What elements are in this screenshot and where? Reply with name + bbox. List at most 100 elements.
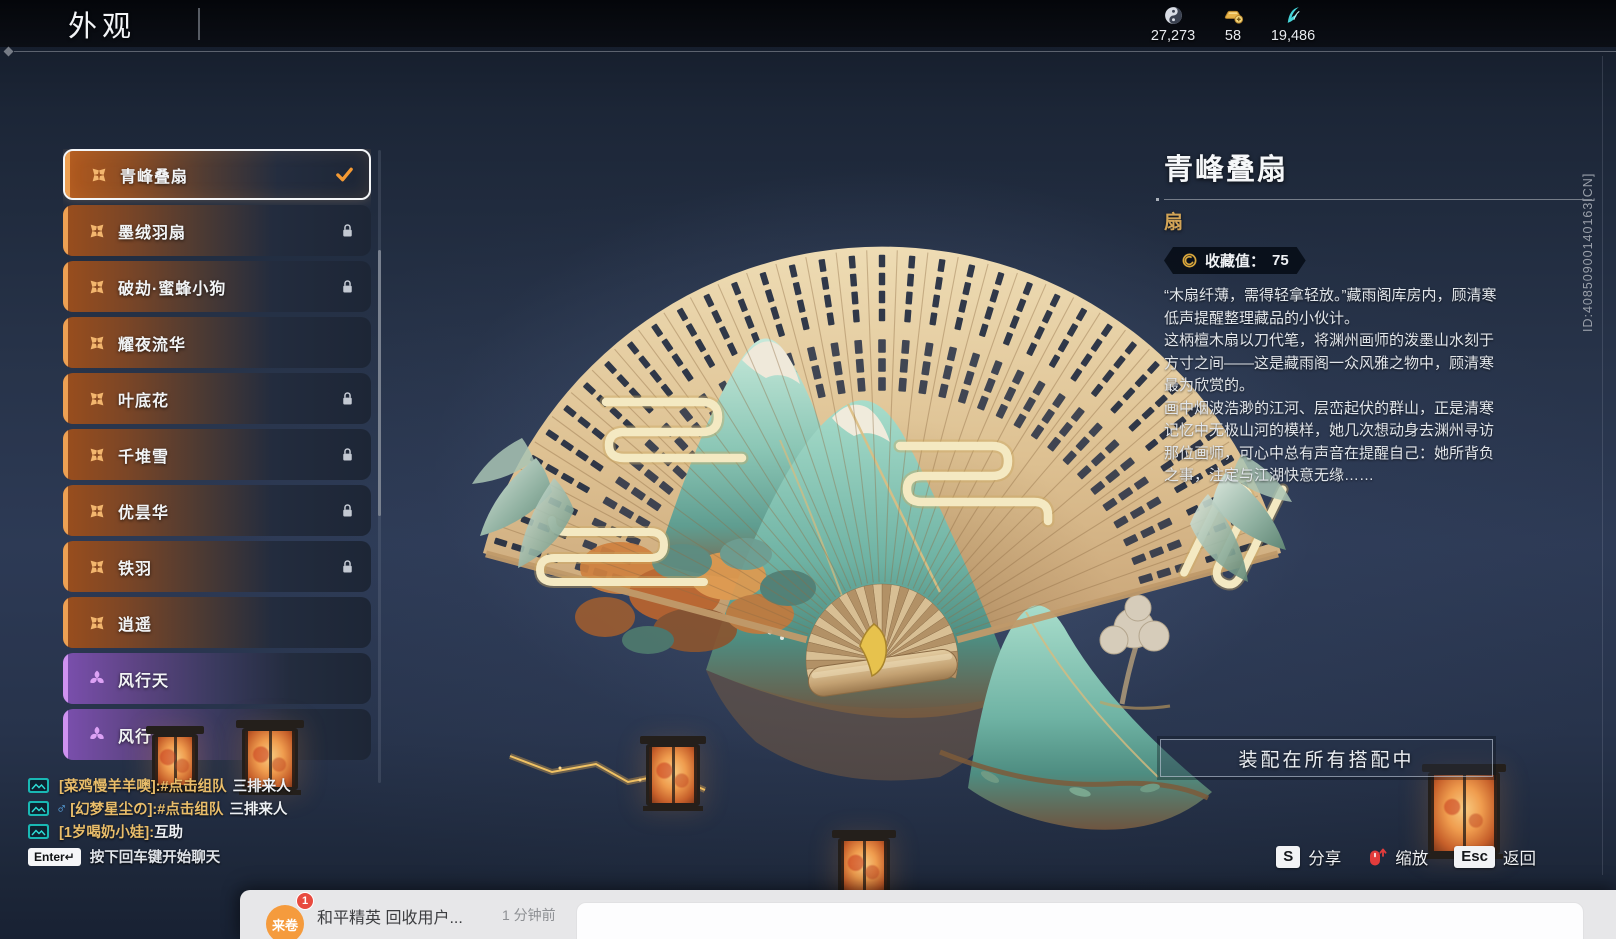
item-accent-bar: [63, 429, 68, 480]
check-icon: [336, 167, 353, 182]
lock-icon: [343, 224, 352, 237]
zoom-button[interactable]: 缩放: [1367, 845, 1428, 869]
description-paragraph: 画中烟波浩渺的江河、层峦起伏的群山，正是清寒记忆中无极山河的模样，她几次想动身去…: [1164, 399, 1495, 485]
collection-label: 收藏值：: [1205, 253, 1266, 270]
share-button[interactable]: S 分享: [1276, 845, 1341, 869]
currency-value: 58: [1224, 28, 1242, 44]
pinwheel-icon: [90, 336, 104, 349]
chat-panel: [菜鸡慢羊羊噢]: #点击组队 三排来人 ♂ [幻梦星尘の]: #点击组队 三排…: [28, 777, 291, 867]
sidebar-item[interactable]: 千堆雪: [63, 429, 371, 480]
chat-input-hint[interactable]: Enter↵ 按下回车键开始聊天: [28, 846, 291, 867]
item-label: 墨绒羽扇: [118, 224, 187, 242]
trillium-icon: [90, 726, 104, 739]
collection-value: 75: [1272, 252, 1289, 269]
pinwheel-icon: [90, 448, 104, 461]
page-title: 外观: [68, 10, 137, 43]
item-title: 青峰叠扇: [1164, 154, 1289, 186]
list-scrollbar[interactable]: [378, 150, 381, 783]
item-label: 铁羽: [118, 560, 153, 578]
item-accent-bar: [63, 317, 68, 368]
lantern-decoration: [832, 830, 896, 901]
chat-text: 三排来人: [232, 779, 291, 795]
trillium-icon: [90, 670, 104, 683]
wind-swirl-icon: [1287, 7, 1300, 23]
description-paragraph: 这柄檀木扇以刀代笔，将渊州画师的泼墨山水刻于方寸之间——这是藏雨阁一众风雅之物中…: [1164, 332, 1495, 394]
pinwheel-icon: [90, 616, 104, 629]
chat-text: 互助: [154, 825, 184, 841]
scrollbar-thumb[interactable]: [378, 250, 381, 516]
chat-channel-icon: [28, 824, 49, 839]
lantern-decoration: [1422, 764, 1506, 859]
equip-all-button[interactable]: 装配在所有搭配中: [1160, 739, 1493, 777]
sidebar-item[interactable]: 耀夜流华: [63, 317, 371, 368]
currency-wind: 19,486: [1270, 5, 1316, 44]
item-accent-bar: [63, 261, 68, 312]
collection-seal-icon: [1181, 252, 1198, 269]
item-accent-bar: [63, 205, 68, 256]
chat-message[interactable]: [菜鸡慢羊羊噢]: #点击组队 三排来人: [28, 775, 291, 796]
sidebar-item[interactable]: 逍遥: [63, 597, 371, 648]
sidebar-item[interactable]: 铁羽: [63, 541, 371, 592]
item-accent-bar: [63, 653, 68, 704]
sidebar-item[interactable]: 青峰叠扇: [63, 149, 371, 200]
item-accent-bar: [63, 709, 68, 760]
enter-key-badge: Enter↵: [28, 847, 81, 866]
chat-text: 三排来人: [229, 802, 288, 818]
item-label: 叶底花: [118, 392, 170, 410]
chat-sender: [1岁喝奶小娃]:: [59, 825, 155, 841]
shortcut-bar: S 分享 缩放 Esc 返回: [1276, 845, 1536, 869]
item-label: 青峰叠扇: [120, 168, 189, 186]
item-detail-panel: 青峰叠扇 扇 收藏值： 75 “木扇纤薄，需得轻拿轻放。”藏雨阁库房内，顾清寒低声…: [1156, 146, 1596, 488]
gold-ingot-icon: [1224, 10, 1243, 24]
pinwheel-icon: [90, 504, 104, 517]
sidebar-item[interactable]: 叶底花: [63, 373, 371, 424]
description-paragraph: “木扇纤薄，需得轻拿轻放。”藏雨阁库房内，顾清寒低声提醒整理藏品的小伙计。: [1164, 287, 1497, 327]
item-accent-bar: [65, 151, 70, 198]
toast-unread-badge: 1: [296, 892, 314, 910]
currency-coin: 27,273: [1150, 5, 1196, 44]
pinwheel-icon: [90, 560, 104, 573]
item-accent-bar: [63, 541, 68, 592]
item-label: 优昙华: [118, 504, 170, 522]
coin-icon: [1164, 7, 1182, 24]
chat-hint-text: 按下回车键开始聊天: [89, 850, 221, 866]
back-label: 返回: [1503, 850, 1536, 868]
toast-avatar: 来卷: [266, 905, 304, 939]
chat-team-link[interactable]: #点击组队: [161, 775, 227, 796]
currency-value: 19,486: [1270, 28, 1316, 44]
item-label: 耀夜流华: [118, 336, 187, 354]
share-label: 分享: [1308, 850, 1342, 868]
lock-icon: [343, 560, 352, 573]
title-divider: [198, 7, 201, 40]
toast-input-box[interactable]: [576, 902, 1584, 939]
right-edge-line: [1602, 56, 1603, 875]
back-button[interactable]: Esc 返回: [1454, 845, 1536, 869]
sidebar-item[interactable]: 墨绒羽扇: [63, 205, 371, 256]
chat-message[interactable]: [1岁喝奶小娃]: 互助: [28, 823, 291, 841]
chat-channel-icon: [28, 801, 49, 816]
toast-title: 和平精英 回收用户...: [317, 910, 463, 927]
appearance-screen: 外观 27,273 58 19,486 青峰叠扇 墨绒羽扇 破劫·蜜蜂小狗 耀夜…: [0, 0, 1616, 939]
item-label: 风行天: [118, 672, 170, 690]
sidebar-item[interactable]: 优昙华: [63, 485, 371, 536]
item-description: “木扇纤薄，需得轻拿轻放。”藏雨阁库房内，顾清寒低声提醒整理藏品的小伙计。 这柄…: [1164, 285, 1502, 488]
currency-gold-ingot[interactable]: 58: [1210, 5, 1256, 44]
notification-toast[interactable]: 来卷 1 和平精英 回收用户... 1 分钟前: [240, 890, 1616, 939]
key-badge-s: S: [1276, 846, 1301, 868]
chat-channel-icon: [28, 778, 49, 793]
pinwheel-icon: [92, 168, 106, 181]
item-label: 破劫·蜜蜂小狗: [118, 280, 227, 298]
pinwheel-icon: [90, 224, 104, 237]
key-badge-esc: Esc: [1454, 846, 1495, 868]
item-label: 千堆雪: [118, 448, 170, 466]
collection-value-badge: 收藏值： 75: [1164, 247, 1306, 274]
item-label: 逍遥: [118, 616, 153, 634]
chat-message[interactable]: ♂ [幻梦星尘の]: #点击组队 三排来人: [28, 798, 291, 819]
mouse-scroll-icon: [1370, 848, 1387, 866]
sidebar-item[interactable]: 风行天: [63, 653, 371, 704]
sidebar-item[interactable]: 风行天·渊: [63, 709, 371, 760]
sidebar-item[interactable]: 破劫·蜜蜂小狗: [63, 261, 371, 312]
chat-team-link[interactable]: #点击组队: [157, 798, 223, 819]
gender-icon: ♂: [56, 800, 68, 817]
top-rule: [14, 51, 1616, 52]
